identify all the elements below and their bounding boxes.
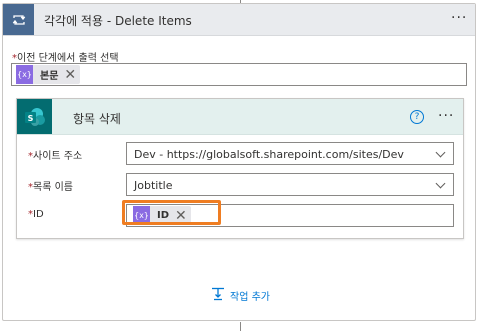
apply-to-each-card: 각각에 적용 - Delete Items ··· *이전 단계에서 출력 선택… (2, 3, 476, 321)
close-icon[interactable]: ✕ (64, 68, 80, 82)
output-field-input[interactable]: {x} 본문 ✕ (11, 63, 467, 86)
chevron-down-icon (435, 178, 446, 189)
id-label-text: ID (33, 209, 44, 220)
list-name-label: *목록 이름 (28, 178, 73, 193)
id-token-highlight (122, 200, 221, 225)
site-address-label-text: 사이트 주소 (33, 151, 83, 162)
site-address-dropdown[interactable]: Dev - https://globalsoft.sharepoint.com/… (126, 142, 454, 165)
chevron-down-icon (435, 147, 446, 158)
site-address-value: Dev - https://globalsoft.sharepoint.com/… (134, 148, 404, 161)
delete-item-card: S 항목 삭제 ? ··· *사이트 주소 Dev - https://glob… (16, 98, 464, 239)
add-action-button[interactable]: 작업 추가 (211, 286, 270, 305)
apply-to-each-title[interactable]: 각각에 적용 - Delete Items (44, 12, 192, 29)
connector-line-bottom (240, 322, 241, 331)
delete-item-more-button[interactable]: ··· (438, 109, 454, 123)
list-name-value: Jobtitle (134, 179, 173, 192)
list-name-label-text: 목록 이름 (33, 182, 73, 193)
sharepoint-icon: S (17, 99, 52, 134)
apply-to-each-header[interactable]: 각각에 적용 - Delete Items ··· (3, 4, 475, 36)
list-name-dropdown[interactable]: Jobtitle (126, 173, 454, 196)
add-action-label: 작업 추가 (230, 292, 270, 303)
expression-icon: {x} (16, 65, 33, 84)
svg-text:S: S (27, 113, 33, 122)
help-icon[interactable]: ? (410, 110, 424, 124)
site-address-label: *사이트 주소 (28, 147, 82, 162)
apply-to-each-more-button[interactable]: ··· (451, 11, 467, 25)
delete-item-title[interactable]: 항목 삭제 (73, 110, 121, 127)
output-field-label: *이전 단계에서 출력 선택 (12, 49, 119, 64)
id-label: *ID (28, 209, 44, 220)
delete-item-header[interactable]: S 항목 삭제 ? ··· (17, 99, 463, 135)
loop-icon (3, 4, 34, 35)
add-action-icon (211, 286, 225, 305)
body-token-label: 본문 (40, 71, 59, 82)
body-token[interactable]: {x} 본문 ✕ (16, 65, 81, 84)
